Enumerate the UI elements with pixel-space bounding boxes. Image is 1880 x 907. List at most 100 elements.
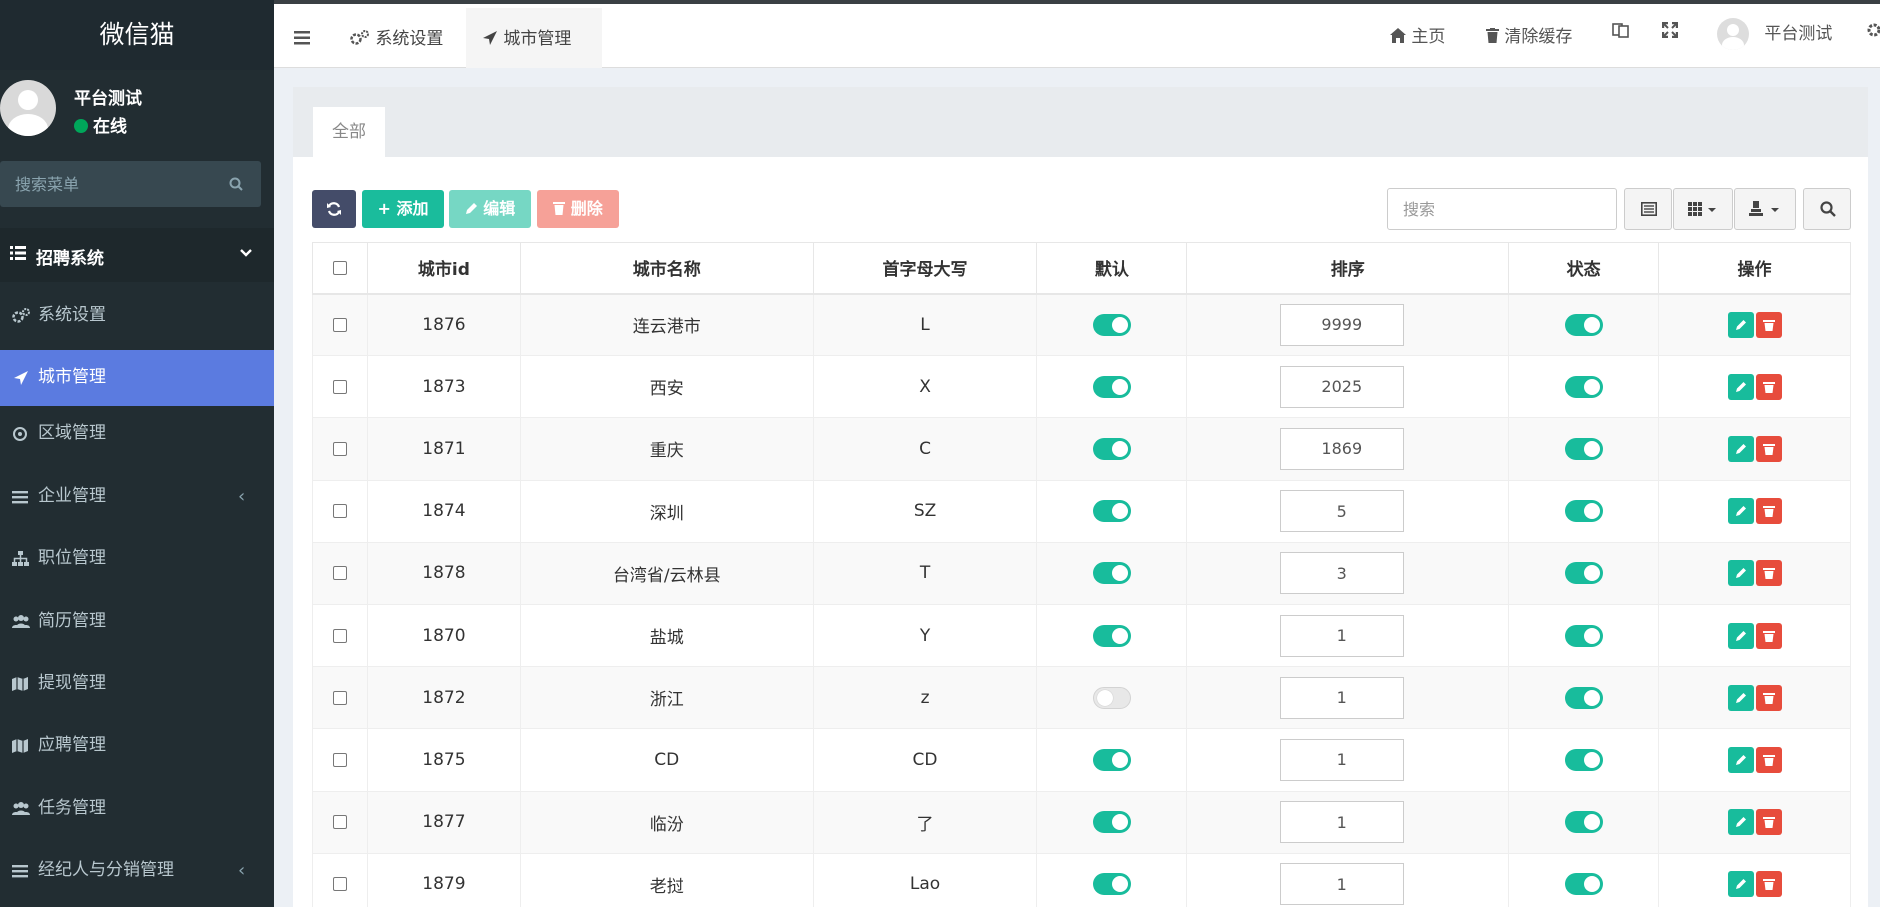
- status-toggle[interactable]: [1564, 686, 1603, 709]
- row-checkbox[interactable]: [332, 628, 347, 643]
- search-icon[interactable]: [229, 177, 243, 191]
- row-edit-button[interactable]: [1727, 746, 1754, 773]
- sidebar-item-withdraw-management[interactable]: 提现管理: [0, 656, 274, 718]
- status-toggle[interactable]: [1564, 562, 1603, 585]
- row-delete-button[interactable]: [1755, 622, 1782, 649]
- default-toggle[interactable]: [1092, 811, 1131, 834]
- row-delete-button[interactable]: [1755, 871, 1782, 898]
- sidebar-item-system-settings[interactable]: 系统设置: [0, 288, 274, 350]
- row-delete-button[interactable]: [1755, 809, 1782, 836]
- row-checkbox[interactable]: [332, 441, 347, 456]
- refresh-button[interactable]: [312, 190, 356, 228]
- col-city-id[interactable]: 城市id: [366, 242, 521, 295]
- sidebar-item-area-management[interactable]: 区域管理: [0, 406, 274, 468]
- edit-button[interactable]: 编辑: [449, 190, 531, 228]
- sort-input[interactable]: [1279, 365, 1404, 408]
- columns-dropdown-button[interactable]: [1673, 188, 1733, 230]
- brand-logo[interactable]: 微信猫: [0, 0, 274, 70]
- row-checkbox[interactable]: [332, 317, 347, 332]
- default-toggle[interactable]: [1092, 562, 1131, 585]
- sort-input[interactable]: [1279, 738, 1404, 781]
- row-delete-button[interactable]: [1755, 560, 1782, 587]
- advanced-search-button[interactable]: [1803, 188, 1851, 230]
- row-checkbox[interactable]: [332, 752, 347, 767]
- tab-all[interactable]: 全部: [313, 107, 385, 157]
- default-toggle[interactable]: [1092, 748, 1131, 771]
- status-toggle[interactable]: [1564, 500, 1603, 523]
- row-edit-button[interactable]: [1727, 560, 1754, 587]
- row-edit-button[interactable]: [1727, 684, 1754, 711]
- row-delete-button[interactable]: [1755, 684, 1782, 711]
- status-toggle[interactable]: [1564, 375, 1603, 398]
- col-sort[interactable]: 排序: [1186, 242, 1510, 295]
- menu-header[interactable]: 招聘系统: [0, 228, 274, 282]
- row-checkbox[interactable]: [332, 379, 347, 394]
- clear-cache-link[interactable]: 清除缓存: [1486, 22, 1572, 47]
- row-edit-button[interactable]: [1727, 871, 1754, 898]
- row-edit-button[interactable]: [1727, 809, 1754, 836]
- sidebar-item-company-management[interactable]: 企业管理 ‹: [0, 469, 274, 531]
- row-edit-button[interactable]: [1727, 622, 1754, 649]
- sort-input[interactable]: [1279, 303, 1404, 346]
- sidebar-item-resume-management[interactable]: 简历管理: [0, 594, 274, 656]
- col-status[interactable]: 状态: [1508, 242, 1660, 295]
- toggle-view-button[interactable]: [1624, 188, 1672, 230]
- default-toggle[interactable]: [1092, 873, 1131, 896]
- sidebar-item-city-management[interactable]: 城市管理: [0, 350, 274, 407]
- export-dropdown-button[interactable]: [1734, 188, 1796, 230]
- status-toggle[interactable]: [1564, 811, 1603, 834]
- tab-system-settings[interactable]: 系统设置: [350, 8, 443, 68]
- col-city-name[interactable]: 城市名称: [519, 242, 814, 295]
- sort-input[interactable]: [1279, 801, 1404, 844]
- user-menu[interactable]: 平台测试: [1717, 18, 1832, 50]
- col-initial[interactable]: 首字母大写: [812, 242, 1038, 295]
- default-toggle[interactable]: [1092, 375, 1131, 398]
- row-checkbox[interactable]: [332, 690, 347, 705]
- row-edit-button[interactable]: [1727, 311, 1754, 338]
- row-checkbox[interactable]: [332, 877, 347, 892]
- col-default[interactable]: 默认: [1036, 242, 1188, 295]
- home-link[interactable]: 主页: [1390, 22, 1445, 47]
- row-delete-button[interactable]: [1755, 435, 1782, 462]
- default-toggle[interactable]: [1092, 500, 1131, 523]
- language-button[interactable]: [1612, 22, 1630, 43]
- sort-input[interactable]: [1279, 676, 1404, 719]
- default-toggle[interactable]: [1092, 686, 1131, 709]
- row-checkbox[interactable]: [332, 566, 347, 581]
- sort-input[interactable]: [1279, 427, 1404, 470]
- status-toggle[interactable]: [1564, 748, 1603, 771]
- row-edit-button[interactable]: [1727, 373, 1754, 400]
- hamburger-icon[interactable]: [294, 31, 310, 45]
- sort-input[interactable]: [1279, 863, 1404, 906]
- default-toggle[interactable]: [1092, 313, 1131, 336]
- tab-city-management[interactable]: 城市管理: [466, 8, 602, 68]
- sort-input[interactable]: [1279, 614, 1404, 657]
- fullscreen-button[interactable]: [1661, 21, 1679, 43]
- row-edit-button[interactable]: [1727, 435, 1754, 462]
- status-toggle[interactable]: [1564, 624, 1603, 647]
- row-checkbox[interactable]: [332, 504, 347, 519]
- sidebar-item-application-management[interactable]: 应聘管理: [0, 718, 274, 780]
- delete-button[interactable]: 删除: [537, 190, 619, 228]
- row-delete-button[interactable]: [1755, 746, 1782, 773]
- sidebar-item-position-management[interactable]: 职位管理: [0, 531, 274, 593]
- default-toggle[interactable]: [1092, 437, 1131, 460]
- row-delete-button[interactable]: [1755, 373, 1782, 400]
- table-search-input[interactable]: [1387, 188, 1617, 230]
- add-button[interactable]: + 添加: [362, 190, 444, 228]
- settings-button[interactable]: [1866, 22, 1880, 43]
- menu-search-input[interactable]: [0, 161, 210, 207]
- sort-input[interactable]: [1279, 552, 1404, 595]
- sidebar-item-task-management[interactable]: 任务管理: [0, 781, 274, 843]
- row-edit-button[interactable]: [1727, 498, 1754, 525]
- select-all-checkbox[interactable]: [332, 260, 347, 275]
- sidebar-item-agent-distribution[interactable]: 经纪人与分销管理 ‹: [0, 843, 274, 905]
- status-toggle[interactable]: [1564, 437, 1603, 460]
- status-toggle[interactable]: [1564, 313, 1603, 336]
- row-delete-button[interactable]: [1755, 311, 1782, 338]
- row-delete-button[interactable]: [1755, 498, 1782, 525]
- row-checkbox[interactable]: [332, 815, 347, 830]
- status-toggle[interactable]: [1564, 873, 1603, 896]
- default-toggle[interactable]: [1092, 624, 1131, 647]
- sort-input[interactable]: [1279, 490, 1404, 533]
